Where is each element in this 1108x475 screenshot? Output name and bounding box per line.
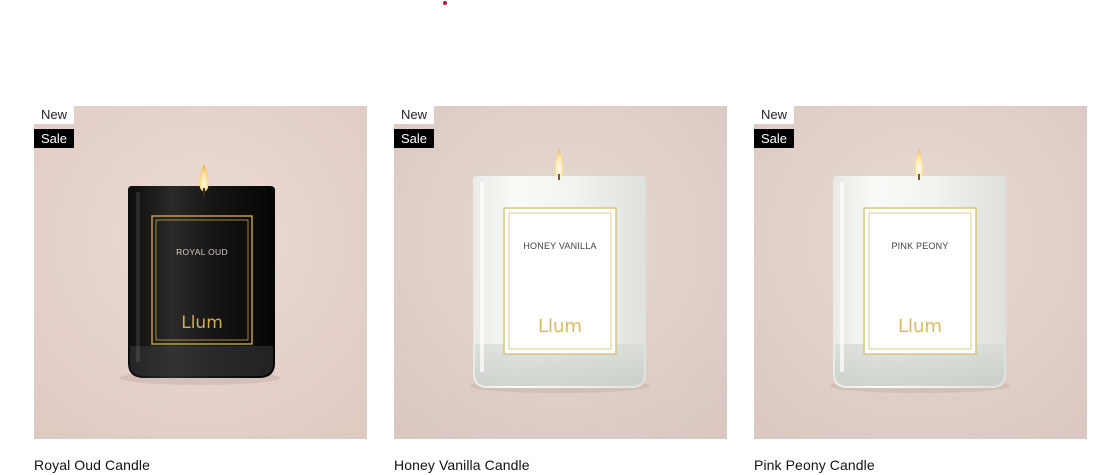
svg-text:PINK PEONY: PINK PEONY	[891, 241, 948, 251]
product-image[interactable]: ROYAL OUD Llum New Sale	[34, 106, 367, 439]
product-title[interactable]: Royal Oud Candle	[34, 457, 367, 474]
product-card-royal-oud[interactable]: ROYAL OUD Llum New Sale Royal Oud Candle	[34, 106, 367, 474]
new-badge: New	[34, 106, 75, 124]
new-badge: New	[754, 106, 795, 124]
product-title[interactable]: Pink Peony Candle	[754, 457, 1087, 474]
new-badge: New	[394, 106, 435, 124]
sale-badge: Sale	[34, 129, 75, 148]
black-candle-image: ROYAL OUD Llum	[34, 106, 367, 439]
product-image[interactable]: HONEY VANILLA Llum New Sale	[394, 106, 727, 439]
white-candle-image: PINK PEONY Llum	[754, 106, 1087, 439]
product-title[interactable]: Honey Vanilla Candle	[394, 457, 727, 474]
sale-badge: Sale	[754, 129, 795, 148]
white-candle-image: HONEY VANILLA Llum	[394, 106, 727, 439]
product-grid: ROYAL OUD Llum New Sale Royal Oud Candle	[34, 106, 1087, 474]
badge-stack: New Sale	[394, 106, 435, 148]
product-listing-page: ROYAL OUD Llum New Sale Royal Oud Candle	[0, 0, 1108, 475]
product-image[interactable]: PINK PEONY Llum New Sale	[754, 106, 1087, 439]
sale-badge: Sale	[394, 129, 435, 148]
svg-text:Llum: Llum	[538, 316, 582, 337]
svg-text:Llum: Llum	[898, 316, 942, 337]
indicator-dot	[443, 1, 447, 5]
svg-text:Llum: Llum	[181, 313, 223, 333]
badge-stack: New Sale	[754, 106, 795, 148]
svg-text:ROYAL OUD: ROYAL OUD	[176, 247, 228, 257]
product-card-pink-peony[interactable]: PINK PEONY Llum New Sale Pink Peony Cand…	[754, 106, 1087, 474]
badge-stack: New Sale	[34, 106, 75, 148]
product-card-honey-vanilla[interactable]: HONEY VANILLA Llum New Sale Honey Vanill…	[394, 106, 727, 474]
svg-text:HONEY VANILLA: HONEY VANILLA	[523, 241, 596, 251]
